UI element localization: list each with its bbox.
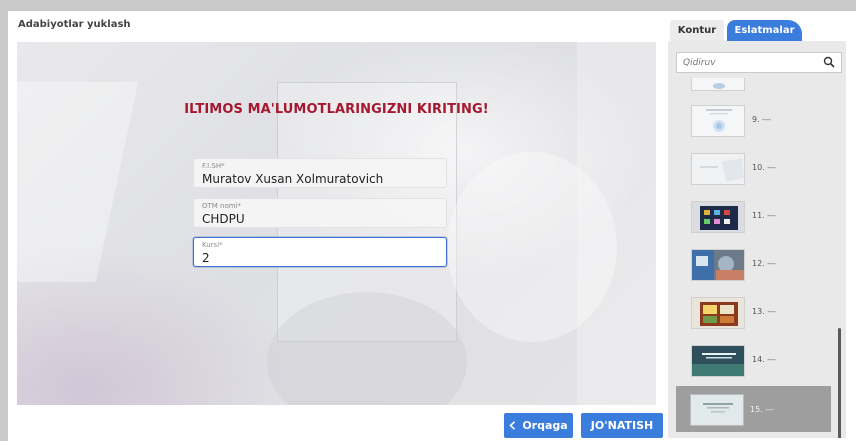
kurs-field[interactable]: Kursi* — [193, 237, 447, 267]
slide-list-item[interactable]: 13. --- — [678, 292, 838, 332]
slide-list-item[interactable]: 9. --- — [678, 100, 838, 140]
background-shape — [577, 42, 656, 405]
submit-button[interactable]: JO'NATISH — [581, 413, 663, 438]
slide-number: 13. --- — [752, 307, 776, 316]
slide-list-item[interactable]: 14. --- — [678, 340, 838, 380]
kurs-field-label: Kursi* — [202, 241, 223, 249]
otm-field-label: OTM nomi* — [202, 202, 242, 210]
otm-input[interactable] — [202, 212, 432, 226]
slide-thumbnail — [691, 105, 745, 137]
slide-thumbnail — [691, 249, 745, 281]
slide-list-scrollbar[interactable] — [838, 328, 841, 438]
tab-kontur[interactable]: Kontur — [670, 20, 724, 41]
slide-list-item-active[interactable]: 15. --- — [676, 386, 831, 432]
back-button-label: Orqaga — [522, 419, 568, 432]
kurs-input[interactable] — [202, 251, 432, 265]
slide-list-item[interactable] — [678, 78, 838, 94]
player-title: Adabiyotlar yuklash — [18, 19, 131, 30]
fish-input[interactable] — [202, 172, 432, 186]
form-heading: ILTIMOS MA'LUMOTLARINGIZNI KIRITING! — [184, 102, 489, 117]
search-icon[interactable] — [823, 56, 835, 68]
slide-thumbnail — [690, 394, 744, 426]
slide-number: 12. --- — [752, 259, 776, 268]
tab-eslatmalar[interactable]: Eslatmalar — [727, 20, 802, 41]
back-button[interactable]: Orqaga — [504, 413, 573, 438]
slide-thumbnail — [691, 297, 745, 329]
slide-thumbnail — [691, 153, 745, 185]
fish-field[interactable]: F.I.SH* — [193, 158, 447, 188]
slide-number: 11. --- — [752, 211, 776, 220]
slide-number: 9. --- — [752, 115, 771, 124]
slide-number: 10. --- — [752, 163, 776, 172]
slide-number: 15. --- — [750, 405, 774, 414]
slide-stage: ILTIMOS MA'LUMOTLARINGIZNI KIRITING! F.I… — [17, 42, 656, 405]
slide-number: 14. --- — [752, 355, 776, 364]
slide-thumbnail — [691, 201, 745, 233]
slide-list-item[interactable]: 12. --- — [678, 244, 838, 284]
chevron-left-icon — [509, 421, 516, 430]
submit-button-label: JO'NATISH — [590, 419, 654, 432]
search-box[interactable] — [676, 52, 842, 73]
sidebar: Kontur Eslatmalar 9. --- 10. --- — [668, 14, 846, 438]
slide-list-item[interactable]: 10. --- — [678, 148, 838, 188]
slide-list: 9. --- 10. --- 11. --- 12. --- 13. --- 1… — [668, 78, 846, 438]
slide-thumbnail — [691, 345, 745, 377]
search-input[interactable] — [683, 56, 813, 70]
slide-list-item[interactable]: 11. --- — [678, 196, 838, 236]
slide-thumbnail — [691, 78, 745, 91]
sidebar-tabs: Kontur Eslatmalar — [668, 14, 846, 41]
fish-field-label: F.I.SH* — [202, 162, 225, 170]
otm-field[interactable]: OTM nomi* — [193, 198, 447, 228]
